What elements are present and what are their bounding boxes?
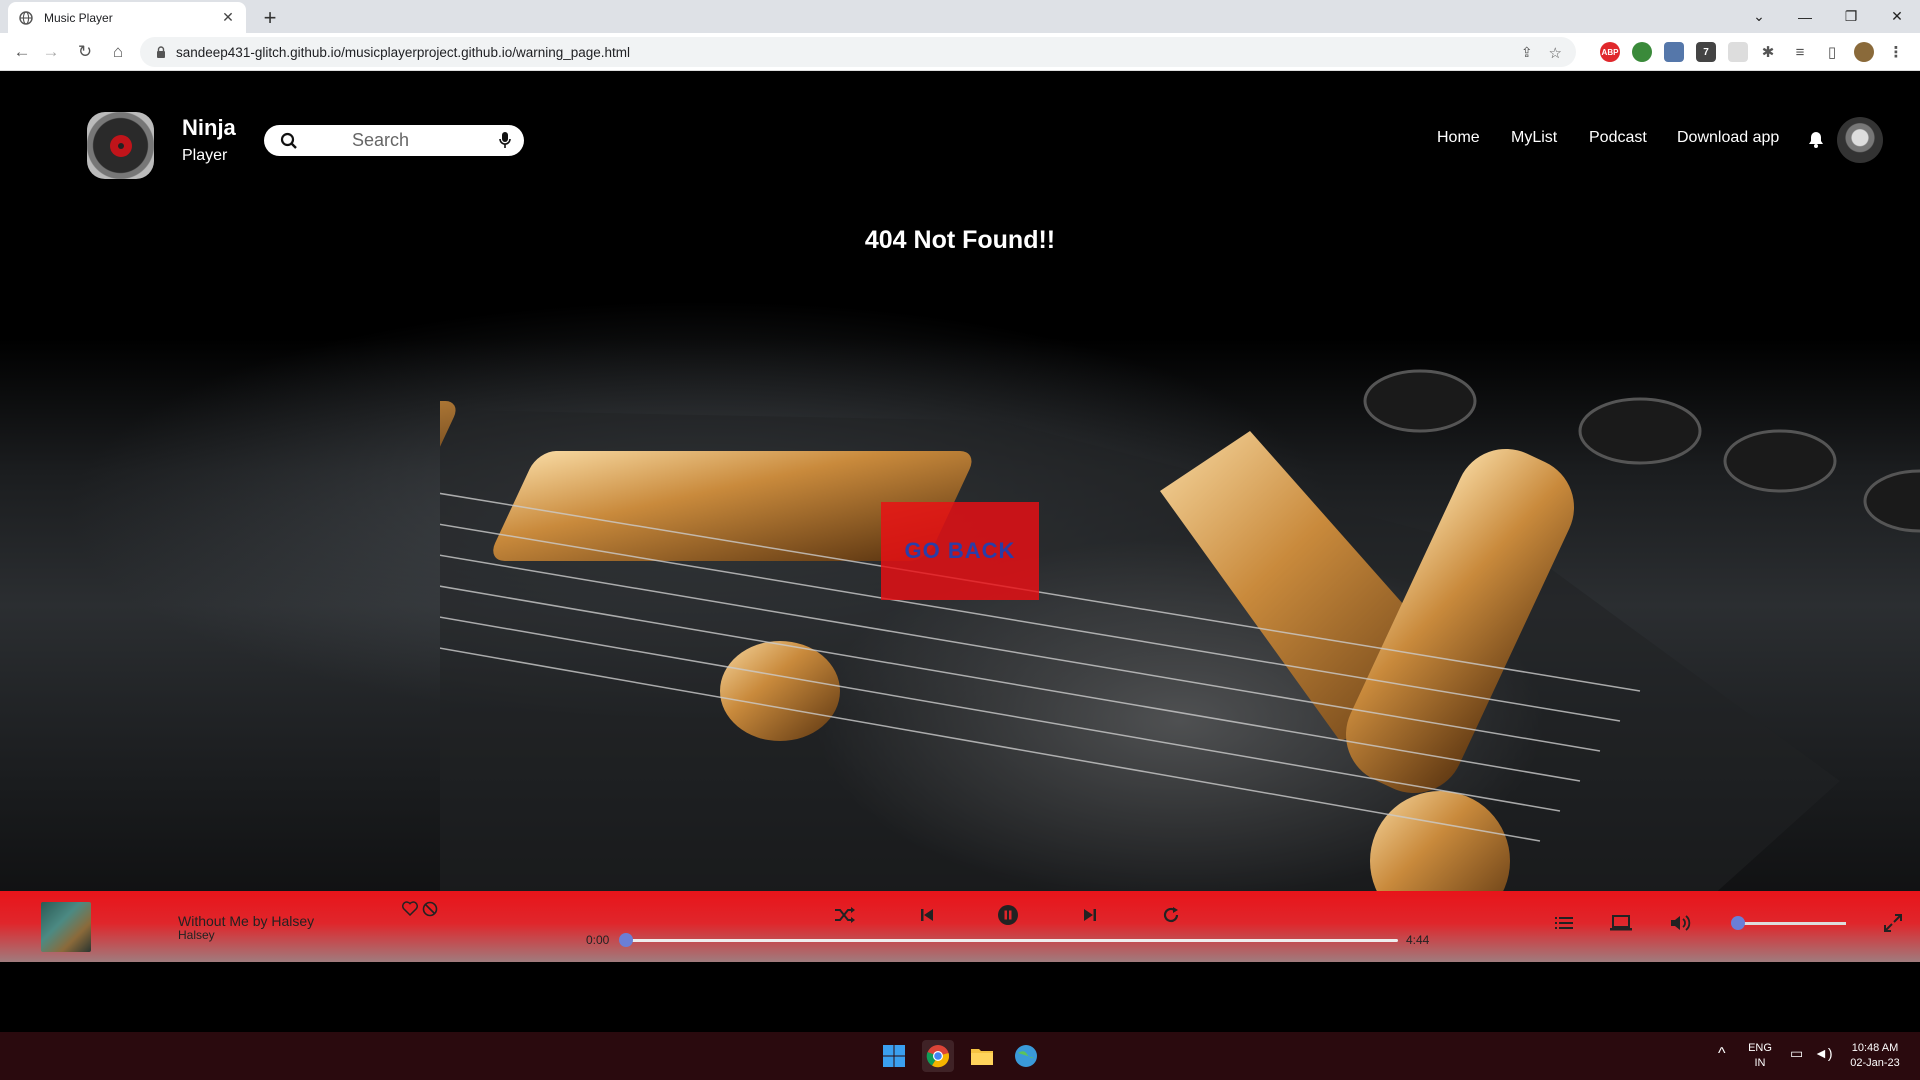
windows-start-icon[interactable] — [878, 1040, 910, 1072]
fullscreen-icon[interactable] — [1881, 911, 1905, 935]
adblock-extension-icon[interactable]: ABP — [1600, 42, 1620, 62]
next-track-icon[interactable] — [1078, 903, 1102, 927]
volume-slider[interactable] — [1731, 916, 1846, 930]
clock[interactable]: 10:48 AM 02-Jan-23 — [1840, 1041, 1910, 1071]
shuffle-icon[interactable] — [833, 903, 857, 927]
nav-mylist[interactable]: MyList — [1511, 129, 1557, 147]
progress-slider[interactable] — [619, 933, 1398, 947]
clock-time: 10:48 AM — [1851, 1042, 1899, 1054]
side-panel-icon[interactable]: ▯ — [1822, 42, 1842, 62]
brand-subtitle: Player — [182, 147, 228, 164]
search-input[interactable] — [352, 129, 482, 152]
site-header: Ninja Player Home MyList Podcast Downloa… — [0, 71, 1920, 211]
song-title: Without Me by Halsey — [178, 913, 315, 929]
song-artist: Halsey — [178, 928, 215, 942]
back-button[interactable]: ← — [8, 38, 36, 66]
browser-toolbar: ← → ↻ ⌂ sandeep431-glitch.github.io/musi… — [0, 33, 1920, 71]
language-code: ENG — [1748, 1042, 1772, 1054]
progress-thumb[interactable] — [619, 933, 633, 947]
home-button[interactable]: ⌂ — [104, 38, 132, 66]
extension-blank-icon[interactable] — [1728, 42, 1748, 62]
duration: 4:44 — [1406, 933, 1430, 947]
error-title: 404 Not Found!! — [864, 226, 1056, 254]
url-text: sandeep431-glitch.github.io/musicplayerp… — [176, 44, 631, 60]
share-icon[interactable]: ⇪ — [1521, 44, 1533, 62]
file-explorer-icon[interactable] — [966, 1040, 998, 1072]
extension-badge-icon[interactable]: 7 — [1696, 42, 1716, 62]
nav-download-app[interactable]: Download app — [1677, 129, 1779, 147]
nav-home[interactable]: Home — [1437, 129, 1480, 147]
tab-title: Music Player — [44, 10, 113, 25]
screen: Music Player ✕ + ⌄ — ❐ ✕ ← → ↻ ⌂ sandeep… — [0, 0, 1920, 1080]
block-icon[interactable] — [422, 901, 438, 917]
music-player-bar: Without Me by Halsey Halsey 0:00 4:44 — [0, 891, 1920, 962]
vinyl-record-logo[interactable] — [87, 112, 154, 179]
language-indicator[interactable]: ENG IN — [1748, 1041, 1772, 1071]
search-bar — [264, 125, 524, 156]
record-icon — [109, 134, 132, 157]
search-icon[interactable] — [280, 132, 298, 150]
browser-tabbar: Music Player ✕ + ⌄ — ❐ ✕ — [0, 0, 1920, 33]
address-bar[interactable]: sandeep431-glitch.github.io/musicplayerp… — [140, 37, 1576, 67]
profile-avatar-icon[interactable] — [1854, 42, 1874, 62]
previous-track-icon[interactable] — [915, 903, 939, 927]
pause-button[interactable] — [996, 903, 1020, 927]
extensions-puzzle-icon[interactable]: ✱ — [1758, 42, 1778, 62]
forward-button[interactable]: → — [37, 38, 65, 66]
go-back-button[interactable]: GO BACK — [881, 502, 1039, 600]
tab-close-icon[interactable]: ✕ — [220, 9, 236, 26]
notification-bell-icon[interactable] — [1808, 131, 1824, 148]
volume-icon[interactable] — [1669, 911, 1693, 935]
restore-button[interactable]: ❐ — [1828, 0, 1874, 33]
extension-pen-icon[interactable] — [1664, 42, 1684, 62]
queue-list-icon[interactable] — [1552, 911, 1576, 935]
volume-thumb[interactable] — [1731, 916, 1745, 930]
network-icon[interactable]: ▭ — [1790, 1046, 1803, 1061]
language-region: IN — [1754, 1057, 1766, 1069]
microphone-icon[interactable] — [498, 131, 512, 149]
current-time: 0:00 — [586, 933, 610, 947]
windows-taskbar: ^ ENG IN ▭ ◄) 10:48 AM 02-Jan-23 — [0, 1032, 1920, 1080]
extension-globe-icon[interactable] — [1632, 42, 1652, 62]
web-page: Ninja Player Home MyList Podcast Downloa… — [0, 71, 1920, 962]
repeat-icon[interactable] — [1159, 903, 1183, 927]
tab-search-icon[interactable]: ⌄ — [1736, 0, 1782, 33]
clock-date: 02-Jan-23 — [1850, 1057, 1900, 1069]
bookmark-star-icon[interactable]: ☆ — [1549, 44, 1562, 62]
album-cover — [41, 902, 91, 952]
chrome-taskbar-icon[interactable] — [922, 1040, 954, 1072]
globe-icon — [18, 10, 34, 26]
extension-badge-count: 7 — [1703, 46, 1709, 58]
nav-podcast[interactable]: Podcast — [1589, 129, 1647, 147]
close-window-button[interactable]: ✕ — [1874, 0, 1920, 33]
new-tab-button[interactable]: + — [256, 4, 284, 32]
menu-kebab-icon[interactable]: ⋮ — [1886, 42, 1906, 62]
tray-chevron-icon[interactable]: ^ — [1718, 1046, 1726, 1062]
reading-list-icon[interactable]: ≡ — [1790, 42, 1810, 62]
minimize-button[interactable]: — — [1782, 0, 1828, 33]
speaker-icon[interactable]: ◄) — [1814, 1046, 1833, 1061]
app-globe-icon[interactable] — [1010, 1040, 1042, 1072]
brand-name: Ninja — [182, 115, 236, 140]
guitar-illustration — [440, 369, 1920, 961]
lock-icon — [157, 46, 165, 58]
heart-icon[interactable] — [402, 901, 418, 916]
reload-button[interactable]: ↻ — [71, 38, 99, 66]
user-avatar[interactable] — [1837, 117, 1883, 163]
browser-tab[interactable]: Music Player ✕ — [8, 2, 246, 33]
connect-device-icon[interactable] — [1609, 911, 1633, 935]
